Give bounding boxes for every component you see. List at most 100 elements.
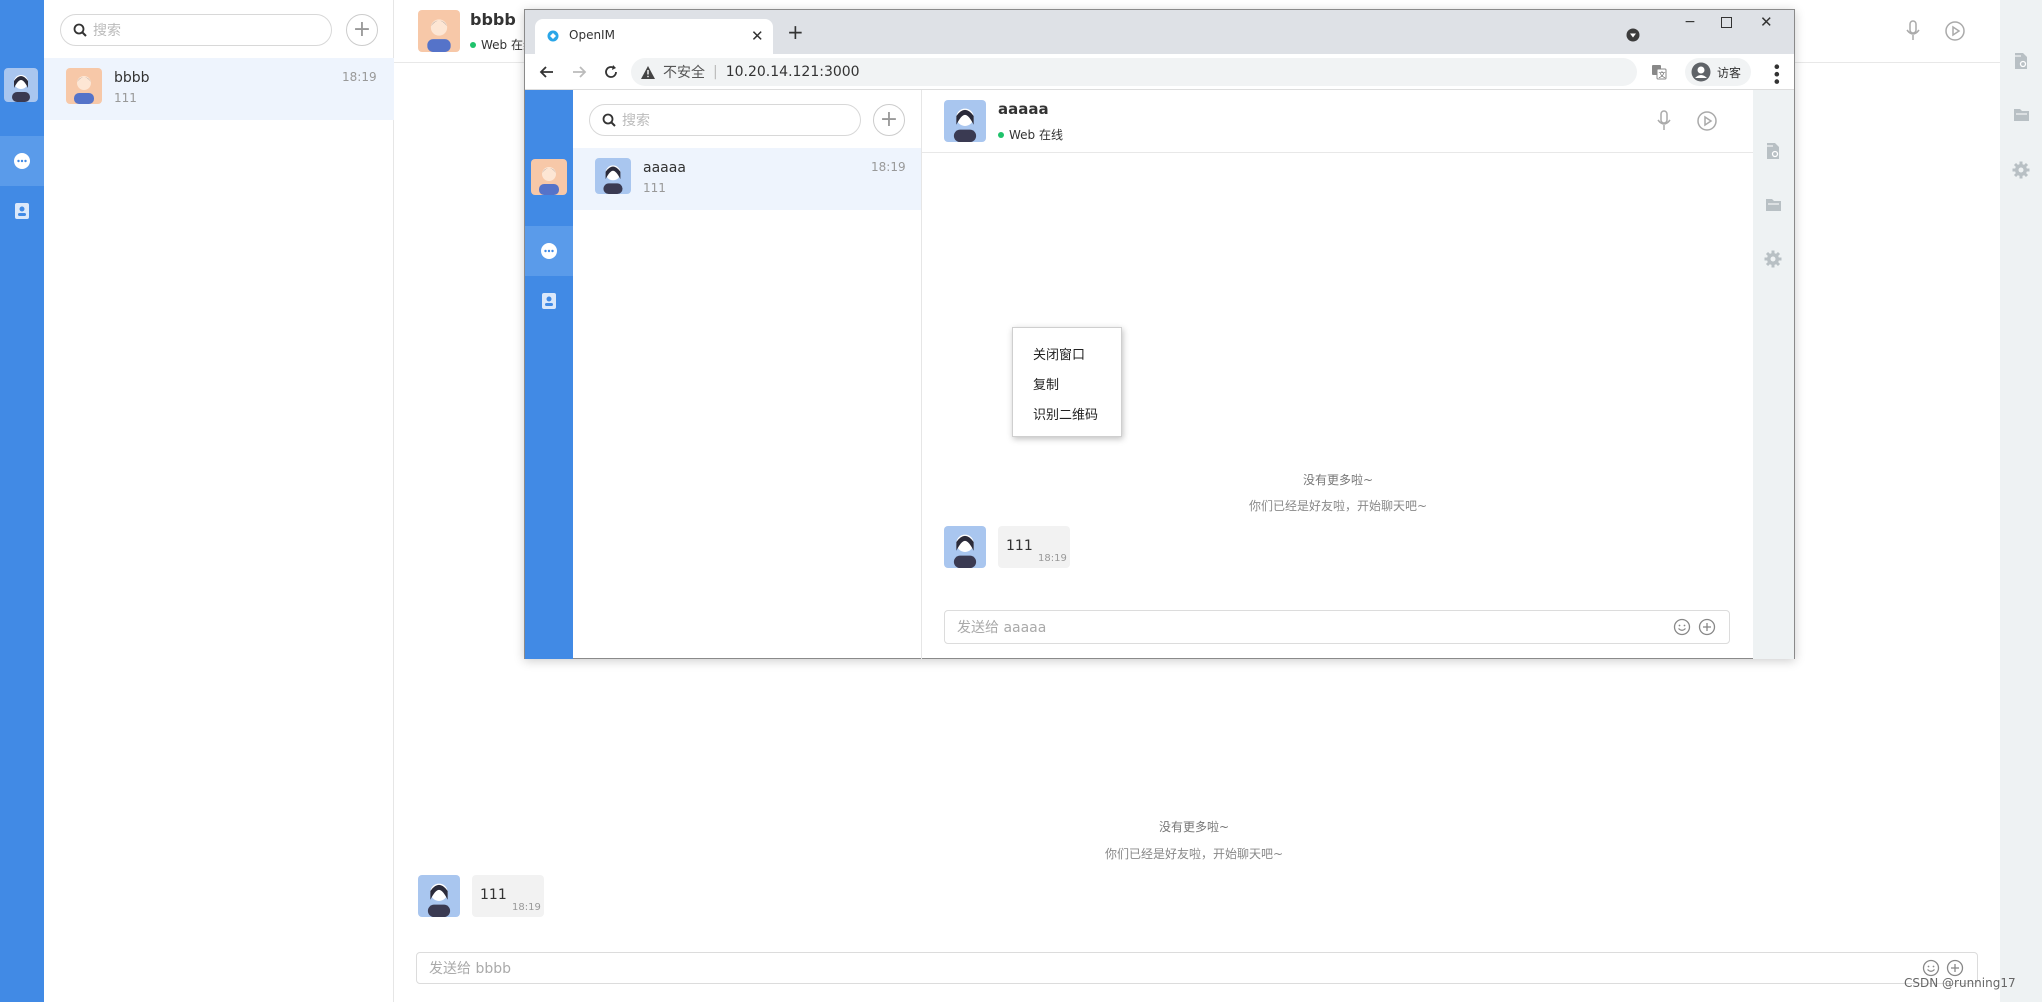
inner-right-toolbar bbox=[1753, 90, 1794, 659]
address-bar[interactable]: 不安全 | 10.20.14.121:3000 bbox=[631, 58, 1637, 86]
conversation-avatar bbox=[66, 68, 102, 104]
inner-chat-header-divider bbox=[922, 152, 1753, 153]
nav-contacts[interactable] bbox=[0, 186, 44, 236]
inner-search-placeholder: 搜索 bbox=[622, 113, 650, 129]
inner-emoji-icon[interactable] bbox=[1673, 618, 1691, 636]
inner-friends-hint-text: 你们已经是好友啦，开始聊天吧~ bbox=[1248, 499, 1428, 513]
conversation-panel: 搜索 + bbbb 111 18:19 bbox=[44, 0, 394, 1002]
inner-conversation-avatar bbox=[595, 158, 631, 194]
back-arrow-icon[interactable] bbox=[539, 64, 555, 80]
openim-favicon-icon bbox=[547, 30, 559, 42]
svg-text:文: 文 bbox=[1659, 70, 1666, 79]
inner-message-avatar[interactable] bbox=[944, 526, 986, 568]
inner-user-avatar[interactable] bbox=[531, 159, 567, 195]
inner-conversation-time: 18:19 bbox=[871, 160, 906, 174]
inner-conversation-item[interactable]: aaaaa 111 18:19 bbox=[573, 148, 921, 210]
menu-item-scan-qr[interactable]: 识别二维码 bbox=[1033, 404, 1098, 423]
menu-item-copy[interactable]: 复制 bbox=[1033, 374, 1059, 393]
inner-no-more-text: 没有更多啦~ bbox=[1302, 473, 1374, 487]
translate-icon[interactable]: 文 bbox=[1651, 64, 1667, 80]
inner-document-search-icon[interactable] bbox=[1765, 142, 1781, 160]
inner-conversation-preview: 111 bbox=[643, 181, 666, 195]
attachment-plus-icon[interactable] bbox=[1946, 959, 1964, 977]
inner-chat-title: aaaaa bbox=[998, 100, 1049, 118]
folder-icon[interactable] bbox=[2013, 107, 2030, 122]
tab-close-icon[interactable]: ✕ bbox=[751, 27, 764, 45]
inner-nav-messages[interactable] bbox=[525, 226, 573, 276]
search-input[interactable]: 搜索 bbox=[60, 14, 332, 46]
profile-avatar-icon bbox=[1691, 62, 1711, 82]
reload-icon[interactable] bbox=[603, 64, 619, 80]
browser-tab[interactable]: OpenIM ✕ bbox=[535, 19, 773, 54]
conversation-name: bbbb bbox=[114, 70, 150, 86]
minimize-button[interactable]: − bbox=[1675, 14, 1705, 34]
forward-arrow-icon bbox=[571, 64, 587, 80]
microphone-icon[interactable] bbox=[1906, 20, 1920, 42]
emoji-icon[interactable] bbox=[1922, 959, 1940, 977]
inner-contacts-icon bbox=[541, 292, 557, 310]
right-toolbar bbox=[2000, 0, 2042, 1002]
profile-label: 访客 bbox=[1717, 65, 1742, 80]
browser-menu-icon[interactable]: ••• bbox=[1767, 62, 1786, 84]
inner-conversation-name: aaaaa bbox=[643, 160, 686, 176]
tab-title: OpenIM bbox=[569, 28, 615, 42]
inner-left-sidebar bbox=[525, 90, 573, 659]
inner-video-call-icon[interactable] bbox=[1696, 110, 1718, 132]
conversation-item[interactable]: bbbb 111 18:19 bbox=[44, 58, 394, 120]
security-label: 不安全 bbox=[663, 65, 705, 81]
inner-message-bubble[interactable]: 111 18:19 bbox=[998, 526, 1070, 568]
inner-conversation-panel: 搜索 + aaaaa 111 18:19 bbox=[573, 90, 922, 659]
url-text: 10.20.14.121:3000 bbox=[725, 64, 860, 80]
search-placeholder: 搜索 bbox=[93, 23, 121, 39]
profile-button[interactable]: 访客 bbox=[1685, 58, 1751, 86]
warning-icon bbox=[641, 65, 655, 79]
browser-toolbar: 不安全 | 10.20.14.121:3000 文 访客 ••• bbox=[525, 54, 1794, 90]
message-bubble[interactable]: 111 18:19 bbox=[472, 875, 544, 917]
close-window-button[interactable]: ✕ bbox=[1760, 13, 1773, 31]
settings-gear-icon[interactable] bbox=[2012, 161, 2030, 179]
no-more-text: 没有更多啦~ bbox=[1158, 820, 1230, 834]
chat-bubble-icon bbox=[13, 152, 31, 170]
online-dot bbox=[470, 41, 476, 48]
maximize-button[interactable] bbox=[1721, 17, 1732, 28]
search-icon bbox=[73, 23, 87, 37]
watermark: CSDN @running17 bbox=[1904, 976, 2016, 990]
conversation-preview: 111 bbox=[114, 91, 137, 105]
inner-message-input-placeholder: 发送给 aaaaa bbox=[957, 620, 1047, 636]
video-call-icon[interactable] bbox=[1944, 20, 1966, 42]
conversation-time: 18:19 bbox=[342, 70, 377, 84]
document-search-icon[interactable] bbox=[2013, 52, 2029, 70]
inner-message-text: 111 bbox=[1006, 538, 1033, 554]
inner-search-icon bbox=[602, 113, 616, 127]
user-avatar[interactable] bbox=[4, 68, 38, 102]
friends-hint-text: 你们已经是好友啦，开始聊天吧~ bbox=[1104, 847, 1284, 861]
inner-chat-header-avatar bbox=[944, 100, 986, 142]
inner-add-button[interactable]: + bbox=[873, 104, 905, 136]
message-input-placeholder: 发送给 bbbb bbox=[429, 961, 511, 977]
add-button[interactable]: + bbox=[346, 14, 378, 46]
nav-messages[interactable] bbox=[0, 136, 44, 186]
message-input[interactable]: 发送给 bbbb bbox=[416, 952, 1978, 984]
inner-nav-contacts[interactable] bbox=[525, 276, 573, 326]
message-time: 18:19 bbox=[512, 902, 541, 913]
chat-title: bbbb bbox=[470, 10, 516, 29]
inner-message-time: 18:19 bbox=[1038, 553, 1067, 564]
menu-item-close-window[interactable]: 关闭窗口 bbox=[1033, 344, 1085, 363]
browser-window: OpenIM ✕ + − ✕ 不安全 | 10.20.14.121:3000 文… bbox=[524, 9, 1795, 659]
inner-online-dot bbox=[998, 131, 1004, 138]
browser-titlebar: OpenIM ✕ + − ✕ bbox=[525, 10, 1794, 54]
inner-folder-icon[interactable] bbox=[1765, 197, 1782, 212]
tab-search-icon[interactable] bbox=[1626, 28, 1640, 42]
inner-attachment-plus-icon[interactable] bbox=[1698, 618, 1716, 636]
inner-chat-bubble-icon bbox=[540, 242, 558, 260]
new-tab-button[interactable]: + bbox=[787, 22, 804, 42]
left-sidebar bbox=[0, 0, 44, 1002]
inner-settings-gear-icon[interactable] bbox=[1764, 250, 1782, 268]
inner-message-input[interactable]: 发送给 aaaaa bbox=[944, 610, 1730, 644]
inner-search-input[interactable]: 搜索 bbox=[589, 104, 861, 136]
message-avatar[interactable] bbox=[418, 875, 460, 917]
message-text: 111 bbox=[480, 887, 507, 903]
inner-online-status: Web 在线 bbox=[998, 126, 1063, 143]
address-separator: | bbox=[713, 64, 718, 80]
inner-microphone-icon[interactable] bbox=[1657, 110, 1671, 132]
